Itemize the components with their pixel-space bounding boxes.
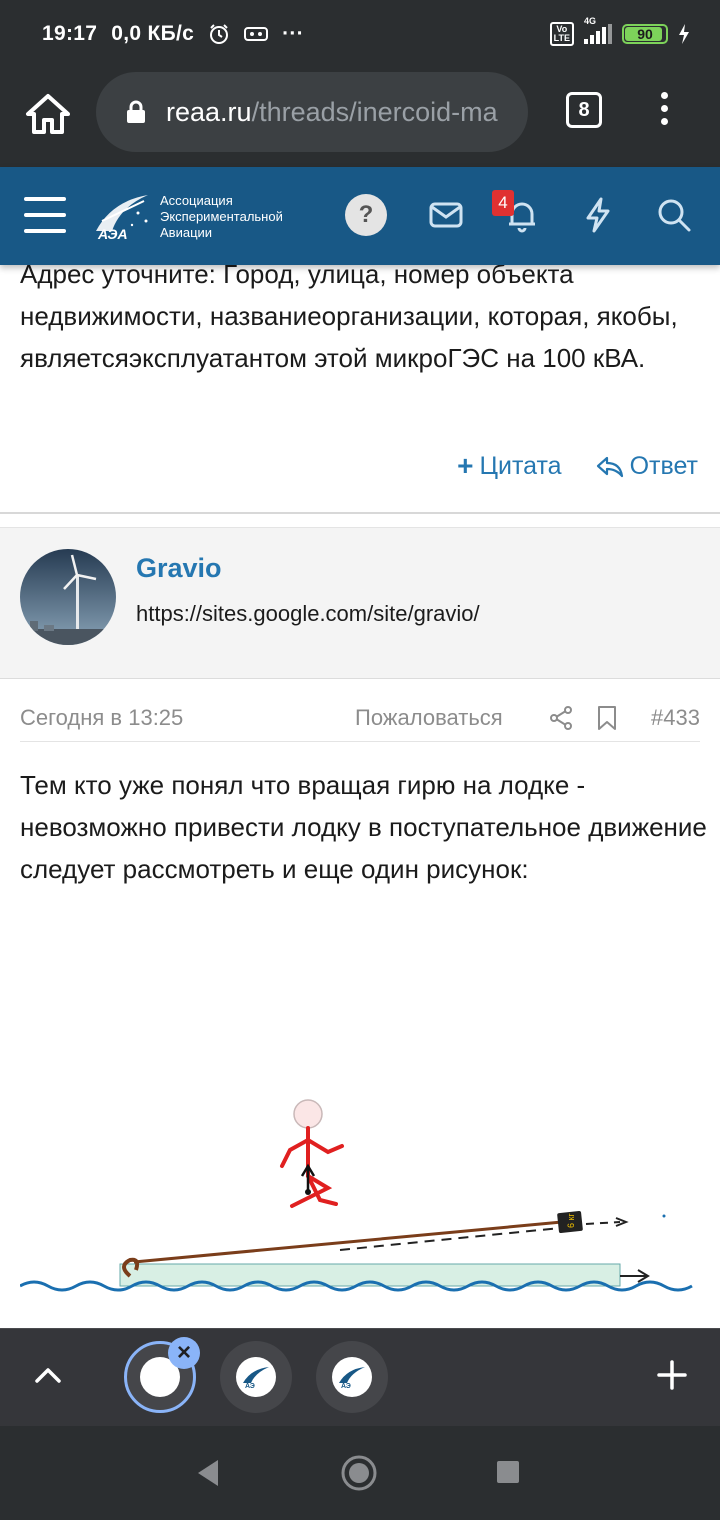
status-speed: 0,0 КБ/с	[111, 22, 195, 45]
system-nav-bar	[0, 1426, 720, 1520]
recents-icon[interactable]	[496, 1460, 520, 1484]
tab-count: 8	[578, 98, 590, 121]
previous-post-text: Адрес уточните: Город, улица, номер объе…	[20, 259, 678, 373]
home-nav-icon[interactable]	[340, 1454, 378, 1492]
url-path: /threads/inercoid-ma	[251, 96, 498, 127]
post-number[interactable]: #433	[651, 705, 700, 731]
close-tab-icon[interactable]: ×	[168, 1337, 200, 1369]
rope-line	[133, 1220, 563, 1264]
reply-icon	[596, 456, 623, 478]
chevron-up-icon[interactable]	[32, 1363, 64, 1387]
tab-logo-text-2: АЭ	[341, 1383, 351, 1389]
post-author-block: Gravio https://sites.google.com/site/gra…	[0, 527, 720, 679]
site-header: АЭА Ассоциация Экспериментальной Авиации…	[0, 167, 720, 265]
tab-switcher-button[interactable]: 8	[566, 92, 602, 128]
tab-logo-text: АЭ	[245, 1383, 255, 1389]
boat-diagram: 6 кг	[19, 1099, 693, 1292]
user-website: https://sites.google.com/site/gravio/	[136, 601, 480, 626]
tab-2[interactable]: АЭ	[220, 1341, 292, 1413]
boat-arrow	[620, 1269, 650, 1283]
battery-icon: 90	[622, 24, 668, 44]
more-notifications-icon: ···	[282, 22, 304, 45]
status-left: 19:17 0,0 КБ/с ···	[42, 22, 304, 46]
tab-3[interactable]: АЭ	[316, 1341, 388, 1413]
stick-figure	[280, 1126, 344, 1208]
tab-favicon-aea-2: АЭ	[332, 1357, 372, 1397]
reply-button[interactable]: Ответ	[596, 450, 698, 482]
post-separator	[0, 512, 720, 514]
post-meta: Сегодня в 13:25 Пожаловаться #433	[20, 705, 700, 733]
quote-label: Цитата	[479, 451, 562, 480]
search-icon[interactable]	[652, 193, 696, 237]
hamburger-menu-icon[interactable]	[24, 197, 66, 233]
post-figure[interactable]: 6 кг	[19, 968, 700, 1330]
status-time: 19:17	[42, 22, 98, 45]
logo-emblem-icon: АЭА	[96, 195, 148, 242]
logo-line-3: Авиации	[160, 225, 213, 240]
lock-icon[interactable]	[126, 100, 146, 124]
meta-separator	[20, 741, 700, 742]
weight-label: 6 кг	[566, 1213, 576, 1228]
logo-text: Ассоциация Экспериментальной Авиации	[160, 193, 283, 241]
logo-abbr: АЭА	[97, 226, 128, 242]
browser-toolbar: reaa.ru/threads/inercoid-ma 8	[0, 70, 720, 167]
back-icon[interactable]	[194, 1458, 222, 1488]
signal-icon: 4G	[584, 16, 612, 44]
address-bar[interactable]: reaa.ru/threads/inercoid-ma	[96, 72, 528, 152]
network-type: 4G	[584, 16, 597, 26]
aea-logo-icon: АЭ	[339, 1367, 365, 1389]
home-icon[interactable]	[24, 90, 72, 138]
url-domain: reaa.ru	[166, 96, 252, 127]
volte-icon: Vo LTE	[549, 22, 574, 46]
alarm-icon	[210, 24, 229, 44]
plus-icon: +	[457, 450, 474, 481]
tab-strip: × АЭ АЭ	[0, 1328, 720, 1426]
charging-icon	[679, 24, 689, 44]
quote-button[interactable]: + Цитата	[457, 450, 561, 482]
post-date[interactable]: Сегодня в 13:25	[20, 705, 183, 731]
logo-line-2: Экспериментальной	[160, 209, 283, 224]
vr-icon	[244, 27, 269, 41]
mail-icon[interactable]	[424, 193, 468, 237]
browser-menu-icon[interactable]	[652, 92, 676, 132]
share-icon[interactable]	[548, 705, 574, 731]
post-text: Тем кто уже понял что вращая гирю на лод…	[20, 770, 707, 884]
battery-level: 90	[637, 26, 653, 42]
logo-line-1: Ассоциация	[160, 193, 233, 208]
notification-badge[interactable]: 4	[492, 190, 514, 216]
help-icon[interactable]: ?	[345, 194, 387, 236]
username[interactable]: Gravio	[136, 553, 222, 584]
url-text[interactable]: reaa.ru/threads/inercoid-ma	[166, 97, 498, 128]
figure-head	[293, 1099, 323, 1129]
post-actions: + Цитата Ответ	[457, 450, 698, 482]
status-bar: 19:17 0,0 КБ/с ··· Vo LTE 4G 90	[0, 0, 720, 70]
new-tab-plus-icon[interactable]	[656, 1359, 688, 1391]
status-right: Vo LTE 4G 90	[549, 16, 690, 46]
report-link[interactable]: Пожаловаться	[355, 705, 503, 731]
aea-logo-icon: АЭ	[243, 1367, 269, 1389]
lightning-icon[interactable]	[576, 193, 620, 237]
tab-favicon-aea: АЭ	[236, 1357, 276, 1397]
avatar[interactable]	[20, 549, 116, 645]
reply-label: Ответ	[629, 451, 698, 480]
site-logo[interactable]: АЭА Ассоциация Экспериментальной Авиации	[92, 191, 283, 243]
wind-turbine-image	[20, 549, 116, 645]
bookmark-icon[interactable]	[596, 705, 618, 731]
